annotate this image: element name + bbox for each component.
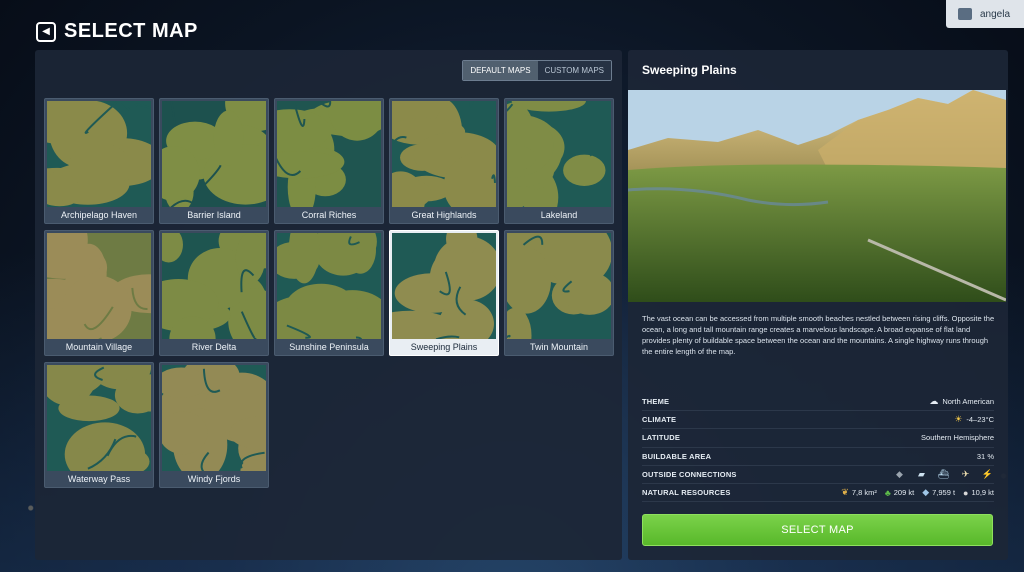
map-card[interactable]: Mountain Village [44, 230, 154, 356]
map-card[interactable]: Great Highlands [389, 98, 499, 224]
map-thumbnail [392, 101, 496, 207]
map-preview-image [628, 90, 1006, 302]
map-card-label: Waterway Pass [67, 474, 131, 484]
stat-resources-label: NATURAL RESOURCES [642, 488, 731, 498]
map-thumbnail [162, 365, 266, 471]
user-chip[interactable]: angela [946, 0, 1024, 28]
map-thumbnail [277, 233, 381, 339]
airplane-icon: ✈ [961, 468, 970, 479]
map-thumbnail [162, 233, 266, 339]
avatar [958, 8, 972, 20]
resource-ore-value: 7,959 t [932, 488, 956, 498]
back-arrow-icon: ◀ [42, 26, 50, 37]
oil-icon: ● [963, 487, 969, 498]
sun-icon: ☀ [954, 414, 963, 425]
map-card[interactable]: River Delta [159, 230, 269, 356]
ship-icon: ⛴ [937, 468, 950, 479]
map-list-panel: DEFAULT MAPS CUSTOM MAPS Archipelago Hav… [35, 50, 622, 560]
map-card[interactable]: Lakeland [504, 98, 614, 224]
map-card[interactable]: Sunshine Peninsula [274, 230, 384, 356]
map-card-label: Sweeping Plains [410, 342, 478, 352]
stat-latitude-value: Southern Hemisphere [921, 433, 994, 443]
stat-buildable-value: 31 % [976, 451, 994, 461]
stat-climate-value: -4–23°C [966, 415, 994, 425]
theme-icon: ☁ [929, 396, 939, 407]
map-card[interactable]: Waterway Pass [44, 362, 154, 488]
map-card-label: Twin Mountain [529, 342, 589, 352]
map-detail-panel: Sweeping Plains The vast ocean can be ac… [628, 50, 1008, 560]
fertile-land-icon: ❦ [841, 487, 849, 498]
stat-latitude-label: LATITUDE [642, 433, 681, 443]
map-card-label: Corral Riches [301, 210, 357, 220]
map-stats: THEME ☁ North American CLIMATE ☀ -4–23°C L… [642, 393, 994, 503]
map-tabs: DEFAULT MAPS CUSTOM MAPS [462, 60, 612, 81]
map-card-label: Barrier Island [187, 210, 241, 220]
electricity-icon: ⚡ [981, 468, 994, 479]
map-card[interactable]: Twin Mountain [504, 230, 614, 356]
stat-theme-label: THEME [642, 397, 670, 407]
title-bar: ◀ SELECT MAP [36, 20, 198, 43]
stat-latitude: LATITUDE Southern Hemisphere [642, 429, 994, 448]
resource-forest-value: 209 kt [893, 488, 915, 498]
tab-custom-maps[interactable]: CUSTOM MAPS [537, 61, 611, 80]
back-button[interactable]: ◀ [36, 21, 56, 42]
map-grid: Archipelago Haven Barrier Island Corral Ri… [44, 98, 614, 488]
user-name: angela [980, 8, 1011, 20]
stat-connections-label: OUTSIDE CONNECTIONS [642, 469, 737, 479]
stat-connections: OUTSIDE CONNECTIONS ◆ ▰ ⛴ ✈ ⚡ [642, 466, 994, 484]
map-card-label: Archipelago Haven [60, 210, 138, 220]
map-thumbnail [277, 101, 381, 207]
train-icon: ▰ [918, 468, 925, 479]
map-thumbnail [507, 101, 611, 207]
map-thumbnail [507, 233, 611, 339]
select-map-button[interactable]: SELECT MAP [642, 514, 993, 546]
map-thumbnail [392, 233, 496, 339]
map-thumbnail [47, 365, 151, 471]
page-title: SELECT MAP [64, 20, 198, 42]
map-card-label: Great Highlands [411, 210, 477, 220]
stat-theme-value: North American [942, 397, 994, 407]
ore-icon: ◆ [922, 487, 930, 498]
tab-default-maps[interactable]: DEFAULT MAPS [463, 61, 538, 80]
map-thumbnail [47, 233, 151, 339]
map-card-label: Mountain Village [65, 342, 133, 352]
map-description: The vast ocean can be accessed from mult… [642, 314, 995, 356]
map-thumbnail [162, 101, 266, 207]
stat-buildable: BUILDABLE AREA 31 % [642, 448, 994, 466]
map-card[interactable]: Corral Riches [274, 98, 384, 224]
stat-climate-label: CLIMATE [642, 415, 677, 425]
stat-theme: THEME ☁ North American [642, 393, 994, 412]
preview-landscape [628, 90, 1006, 302]
forest-icon: ♣ [884, 487, 891, 498]
resource-oil-value: 10,9 kt [971, 488, 994, 498]
stat-climate: CLIMATE ☀ -4–23°C [642, 411, 994, 430]
map-card-label: Windy Fjords [187, 474, 241, 484]
map-card-label: Lakeland [540, 210, 578, 220]
stat-buildable-label: BUILDABLE AREA [642, 451, 712, 461]
map-card[interactable]: Windy Fjords [159, 362, 269, 488]
stat-resources: NATURAL RESOURCES ❦ 7,8 km² ♣ 209 kt ◆ 7,95… [642, 484, 994, 503]
road-icon: ◆ [896, 468, 903, 479]
map-detail-title: Sweeping Plains [642, 63, 737, 77]
resource-fertile-value: 7,8 km² [851, 488, 877, 498]
map-thumbnail [47, 101, 151, 207]
map-card-label: River Delta [191, 342, 237, 352]
map-card[interactable]: Sweeping Plains [389, 230, 499, 356]
map-card[interactable]: Barrier Island [159, 98, 269, 224]
map-card-label: Sunshine Peninsula [289, 342, 369, 352]
map-card[interactable]: Archipelago Haven [44, 98, 154, 224]
